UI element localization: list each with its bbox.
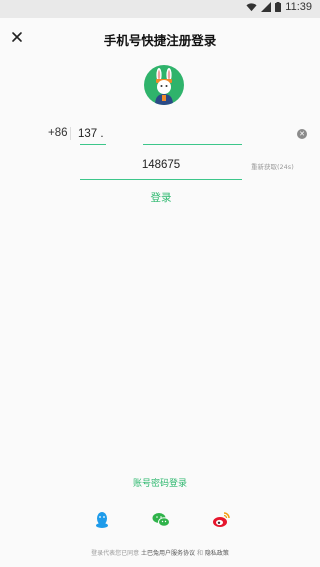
- wifi-icon: [246, 3, 257, 12]
- wechat-login-button[interactable]: [151, 510, 171, 530]
- divider: [70, 127, 71, 140]
- phone-input[interactable]: [78, 125, 242, 143]
- country-code[interactable]: +86: [48, 127, 68, 139]
- clear-icon: ✕: [299, 130, 305, 138]
- signal-icon: [261, 2, 272, 12]
- agreement-prefix: 登录代表您已同意: [91, 550, 140, 557]
- agreement-joiner: 和: [196, 550, 203, 557]
- terms-link[interactable]: 土巴兔用户服务协议: [141, 550, 195, 557]
- verification-code-input[interactable]: [80, 155, 242, 175]
- status-time: 11:39: [285, 1, 312, 13]
- login-button[interactable]: 登录: [140, 190, 182, 206]
- qq-icon: [96, 512, 108, 528]
- phone-underline: [143, 144, 242, 145]
- phone-underline: [80, 144, 106, 145]
- page-title: 手机号快捷注册登录: [103, 33, 217, 48]
- account-password-login-link[interactable]: 账号密码登录: [120, 476, 200, 489]
- resend-code-button[interactable]: 重新获取(24s): [251, 161, 294, 171]
- status-bar: 11:39: [0, 0, 320, 18]
- agreement-text: 登录代表您已同意 土巴兔用户服务协议 和 隐私政策: [0, 548, 320, 557]
- code-underline: [80, 179, 242, 180]
- weibo-icon: [213, 512, 230, 527]
- avatar: [144, 65, 184, 105]
- status-icons: 11:39: [246, 1, 312, 13]
- wechat-icon: [152, 513, 170, 527]
- qq-login-button[interactable]: [92, 510, 112, 530]
- top-bar: 手机号快捷注册登录: [0, 18, 320, 62]
- clear-input-button[interactable]: ✕: [297, 129, 307, 139]
- privacy-policy-link[interactable]: 隐私政策: [205, 550, 229, 557]
- bunny-mascot-icon: [155, 68, 173, 105]
- battery-icon: [275, 2, 282, 12]
- weibo-login-button[interactable]: [211, 510, 231, 530]
